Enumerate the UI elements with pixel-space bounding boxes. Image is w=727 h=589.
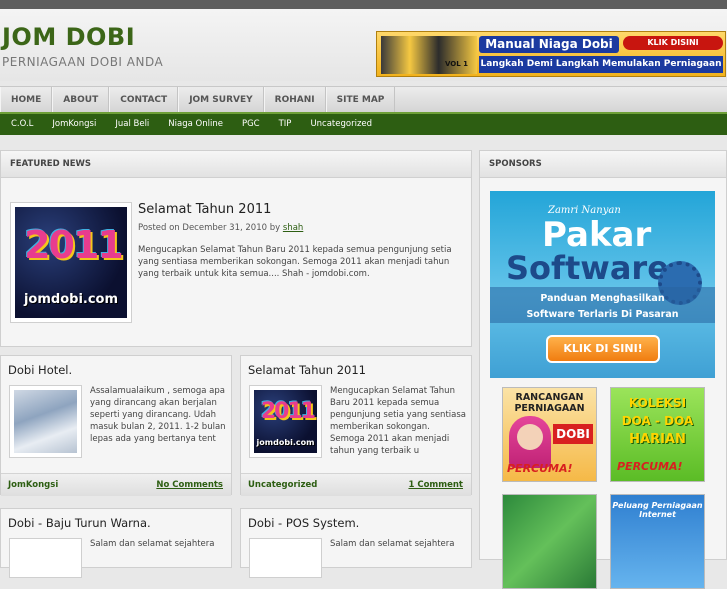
ad-click-button[interactable]: KLIK DI SINI! bbox=[546, 335, 660, 363]
category-nav: C.O.L JomKongsi Jual Beli Niaga Online P… bbox=[0, 112, 727, 135]
post-title[interactable]: Dobi - Baju Turun Warna. bbox=[8, 516, 151, 530]
post-thumbnail[interactable]: 2011 jomdobi.com bbox=[249, 385, 322, 458]
featured-news-panel: FEATURED NEWS 2011 jomdobi.com Selamat T… bbox=[0, 150, 472, 347]
image-brand: jomdobi.com bbox=[23, 291, 119, 307]
category-niaga-online[interactable]: Niaga Online bbox=[160, 114, 231, 135]
ad-line-harian: HARIAN bbox=[629, 432, 686, 447]
header-banner-ad[interactable]: VOL 1 Manual Niaga Dobi KLIK DISINI Lang… bbox=[376, 31, 726, 77]
pakar-software-ad[interactable]: Zamri Nanyan Pakar Software Panduan Meng… bbox=[490, 191, 715, 378]
sponsors-header: SPONSORS bbox=[480, 151, 726, 178]
nav-item-contact[interactable]: CONTACT bbox=[109, 87, 179, 113]
post-comments-link[interactable]: 1 Comment bbox=[408, 480, 463, 490]
featured-post-title[interactable]: Selamat Tahun 2011 bbox=[138, 202, 271, 217]
post-excerpt: Salam dan selamat sejahtera bbox=[90, 539, 215, 549]
category-uncategorized[interactable]: Uncategorized bbox=[302, 114, 380, 135]
nav-item-jom-survey[interactable]: JOM SURVEY bbox=[178, 87, 264, 113]
banner-books-image bbox=[381, 36, 477, 74]
nav-item-home[interactable]: HOME bbox=[0, 87, 53, 113]
ad-line-koleksi: KOLEKSI bbox=[628, 396, 687, 410]
woman-face bbox=[517, 424, 543, 450]
site-header: JOM DOBI PERNIAGAAN DOBI ANDA VOL 1 Manu… bbox=[0, 9, 727, 81]
ad-percuma-label: PERCUMA! bbox=[507, 462, 573, 475]
post-thumbnail[interactable] bbox=[9, 538, 82, 578]
ad-dobi-label: DOBI bbox=[553, 424, 593, 444]
banner-title: Manual Niaga Dobi bbox=[479, 36, 619, 53]
banner-badge[interactable]: KLIK DISINI bbox=[623, 36, 723, 50]
banner-tagline: Langkah Demi Langkah Memulakan Perniagaa… bbox=[479, 56, 723, 73]
post-thumbnail[interactable] bbox=[9, 385, 82, 458]
image-digits: 2011 bbox=[24, 222, 124, 267]
ad-word-software: Software bbox=[506, 249, 669, 287]
towels-image bbox=[14, 390, 77, 453]
post-card: Dobi - Baju Turun Warna. Salam dan selam… bbox=[0, 508, 232, 578]
post-category-link[interactable]: Uncategorized bbox=[248, 480, 317, 490]
category-jomkongsi[interactable]: JomKongsi bbox=[44, 114, 104, 135]
post-category-link[interactable]: JomKongsi bbox=[8, 480, 58, 490]
category-jual-beli[interactable]: Jual Beli bbox=[107, 114, 157, 135]
featured-post-meta: Posted on December 31, 2010 by shah bbox=[138, 223, 303, 233]
rancangan-perniagaan-ad[interactable]: RANCANGAN PERNIAGAAN DOBI PERCUMA! bbox=[502, 387, 597, 482]
post-excerpt: Assalamualaikum , semoga apa yang diranc… bbox=[90, 386, 226, 444]
category-tip[interactable]: TIP bbox=[271, 114, 300, 135]
post-thumbnail[interactable] bbox=[249, 538, 322, 578]
ad-headline: RANCANGAN PERNIAGAAN bbox=[514, 392, 585, 414]
post-title[interactable]: Dobi Hotel. bbox=[8, 363, 72, 377]
sponsors-heading: SPONSORS bbox=[489, 159, 542, 169]
peluang-internet-ad[interactable]: Peluang Perniagaan Internet bbox=[610, 494, 705, 589]
post-excerpt: Mengucapkan Selamat Tahun Baru 2011 kepa… bbox=[330, 386, 466, 456]
nav-item-about[interactable]: ABOUT bbox=[52, 87, 110, 113]
post-excerpt: Salam dan selamat sejahtera bbox=[330, 539, 455, 549]
nav-item-rohani[interactable]: ROHANI bbox=[263, 87, 326, 113]
site-description: PERNIAGAAN DOBI ANDA bbox=[2, 55, 164, 69]
post-card: Selamat Tahun 2011 2011 jomdobi.com Meng… bbox=[240, 355, 472, 496]
ad-line-1: Panduan Menghasilkan bbox=[540, 293, 665, 304]
featured-news-heading: FEATURED NEWS bbox=[10, 159, 92, 169]
post-card: Dobi Hotel. Assalamualaikum , semoga apa… bbox=[0, 355, 232, 496]
featured-post-author-link[interactable]: shah bbox=[283, 223, 303, 233]
featured-thumbnail[interactable]: 2011 jomdobi.com bbox=[10, 202, 132, 323]
featured-post-date: Posted on December 31, 2010 by bbox=[138, 223, 281, 233]
post-title[interactable]: Dobi - POS System. bbox=[248, 516, 359, 530]
image-brand: jomdobi.com bbox=[256, 437, 315, 447]
ad-line-2: Software Terlaris Di Pasaran bbox=[526, 309, 679, 320]
post-footer: JomKongsi No Comments bbox=[1, 473, 231, 496]
image-digits: 2011 bbox=[260, 398, 316, 424]
category-pgc[interactable]: PGC bbox=[234, 114, 268, 135]
main-nav: HOME ABOUT CONTACT JOM SURVEY ROHANI SIT… bbox=[0, 86, 727, 113]
banner-vol-label: VOL 1 bbox=[445, 60, 469, 68]
post-footer: Uncategorized 1 Comment bbox=[241, 473, 471, 496]
post-title[interactable]: Selamat Tahun 2011 bbox=[248, 363, 366, 377]
ad-headline: Peluang Perniagaan Internet bbox=[612, 501, 703, 519]
post-card: Dobi - POS System. Salam dan selamat sej… bbox=[240, 508, 472, 578]
ad-percuma-label: PERCUMA! bbox=[617, 460, 683, 473]
koleksi-doa-ad[interactable]: KOLEKSI DOA - DOA HARIAN PERCUMA! bbox=[610, 387, 705, 482]
green-pattern-ad[interactable] bbox=[502, 494, 597, 589]
category-col[interactable]: C.O.L bbox=[3, 114, 41, 135]
featured-news-header: FEATURED NEWS bbox=[1, 151, 471, 178]
featured-post-excerpt: Mengucapkan Selamat Tahun Baru 2011 kepa… bbox=[138, 245, 452, 279]
site-title[interactable]: JOM DOBI bbox=[2, 23, 135, 51]
top-strip bbox=[0, 0, 727, 9]
new-year-image: 2011 jomdobi.com bbox=[254, 390, 317, 453]
new-year-image: 2011 jomdobi.com bbox=[15, 207, 127, 318]
nav-item-site-map[interactable]: SITE MAP bbox=[325, 87, 396, 113]
post-comments-link[interactable]: No Comments bbox=[156, 480, 223, 490]
ad-line-doa: DOA - DOA bbox=[621, 414, 694, 428]
